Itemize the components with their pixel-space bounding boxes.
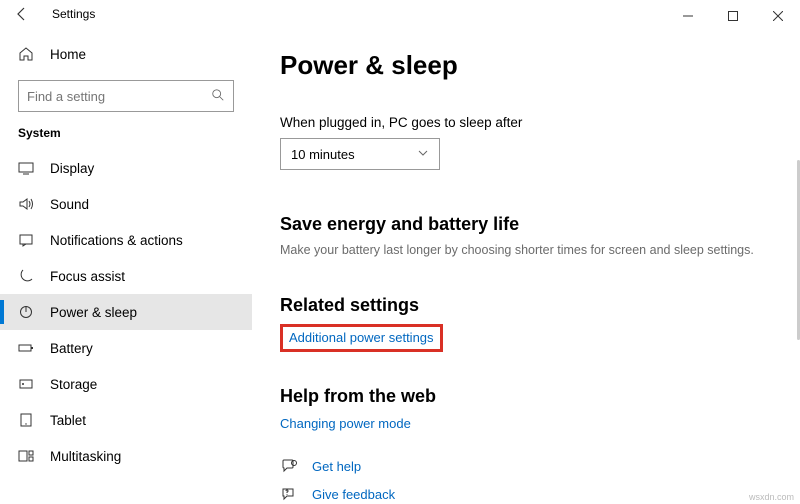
sidebar-item-label: Display (50, 161, 94, 176)
sidebar-item-battery[interactable]: Battery (0, 330, 252, 366)
page-title: Power & sleep (280, 50, 772, 81)
back-button[interactable] (14, 6, 30, 25)
nav-list: Display Sound Notifications & actions Fo… (0, 150, 252, 504)
sidebar-item-label: Battery (50, 341, 93, 356)
section-label: System (0, 126, 252, 150)
minimize-button[interactable] (665, 1, 710, 31)
sidebar-item-label: Storage (50, 377, 97, 392)
sidebar-item-storage[interactable]: Storage (0, 366, 252, 402)
feedback-icon (280, 485, 298, 503)
highlight-box: Additional power settings (280, 324, 443, 352)
plugged-in-label: When plugged in, PC goes to sleep after (280, 115, 772, 130)
maximize-button[interactable] (710, 1, 755, 31)
sidebar-item-label: Tablet (50, 413, 86, 428)
search-field[interactable] (27, 89, 211, 104)
sidebar-item-sound[interactable]: Sound (0, 186, 252, 222)
sidebar: Home System Display Sound Notifications … (0, 32, 252, 504)
sidebar-item-label: Sound (50, 197, 89, 212)
sidebar-item-notifications[interactable]: Notifications & actions (0, 222, 252, 258)
notifications-icon (18, 232, 34, 248)
sidebar-item-label: Focus assist (50, 269, 125, 284)
battery-icon (18, 340, 34, 356)
give-feedback-link[interactable]: Give feedback (312, 487, 395, 502)
focus-assist-icon (18, 268, 34, 284)
tablet-icon (18, 412, 34, 428)
home-label: Home (50, 47, 86, 62)
home-icon (18, 46, 34, 62)
home-nav[interactable]: Home (0, 38, 252, 70)
sidebar-item-display[interactable]: Display (0, 150, 252, 186)
power-icon (18, 304, 34, 320)
help-from-web-heading: Help from the web (280, 386, 772, 407)
sidebar-item-tablet[interactable]: Tablet (0, 402, 252, 438)
search-input[interactable] (18, 80, 234, 112)
multitasking-icon (18, 448, 34, 464)
storage-icon (18, 376, 34, 392)
sidebar-item-label: Notifications & actions (50, 233, 183, 248)
sound-icon (18, 196, 34, 212)
save-energy-heading: Save energy and battery life (280, 214, 772, 235)
related-settings-heading: Related settings (280, 295, 772, 316)
sidebar-item-label: Power & sleep (50, 305, 137, 320)
get-help-link[interactable]: Get help (312, 459, 361, 474)
display-icon (18, 160, 34, 176)
watermark: wsxdn.com (749, 492, 794, 502)
titlebar: Settings (0, 0, 800, 32)
window-title: Settings (52, 7, 95, 21)
main-content: Power & sleep When plugged in, PC goes t… (252, 32, 800, 504)
sidebar-item-focus-assist[interactable]: Focus assist (0, 258, 252, 294)
close-button[interactable] (755, 1, 800, 31)
sidebar-item-multitasking[interactable]: Multitasking (0, 438, 252, 474)
sleep-timeout-dropdown[interactable]: 10 minutes (280, 138, 440, 170)
sidebar-item-power-sleep[interactable]: Power & sleep (0, 294, 252, 330)
save-energy-desc: Make your battery last longer by choosin… (280, 243, 772, 257)
dropdown-value: 10 minutes (291, 147, 355, 162)
get-help-icon (280, 457, 298, 475)
search-icon (211, 88, 225, 105)
chevron-down-icon (417, 147, 429, 162)
sidebar-item-label: Multitasking (50, 449, 121, 464)
changing-power-mode-link[interactable]: Changing power mode (280, 416, 411, 431)
additional-power-settings-link[interactable]: Additional power settings (289, 330, 434, 345)
